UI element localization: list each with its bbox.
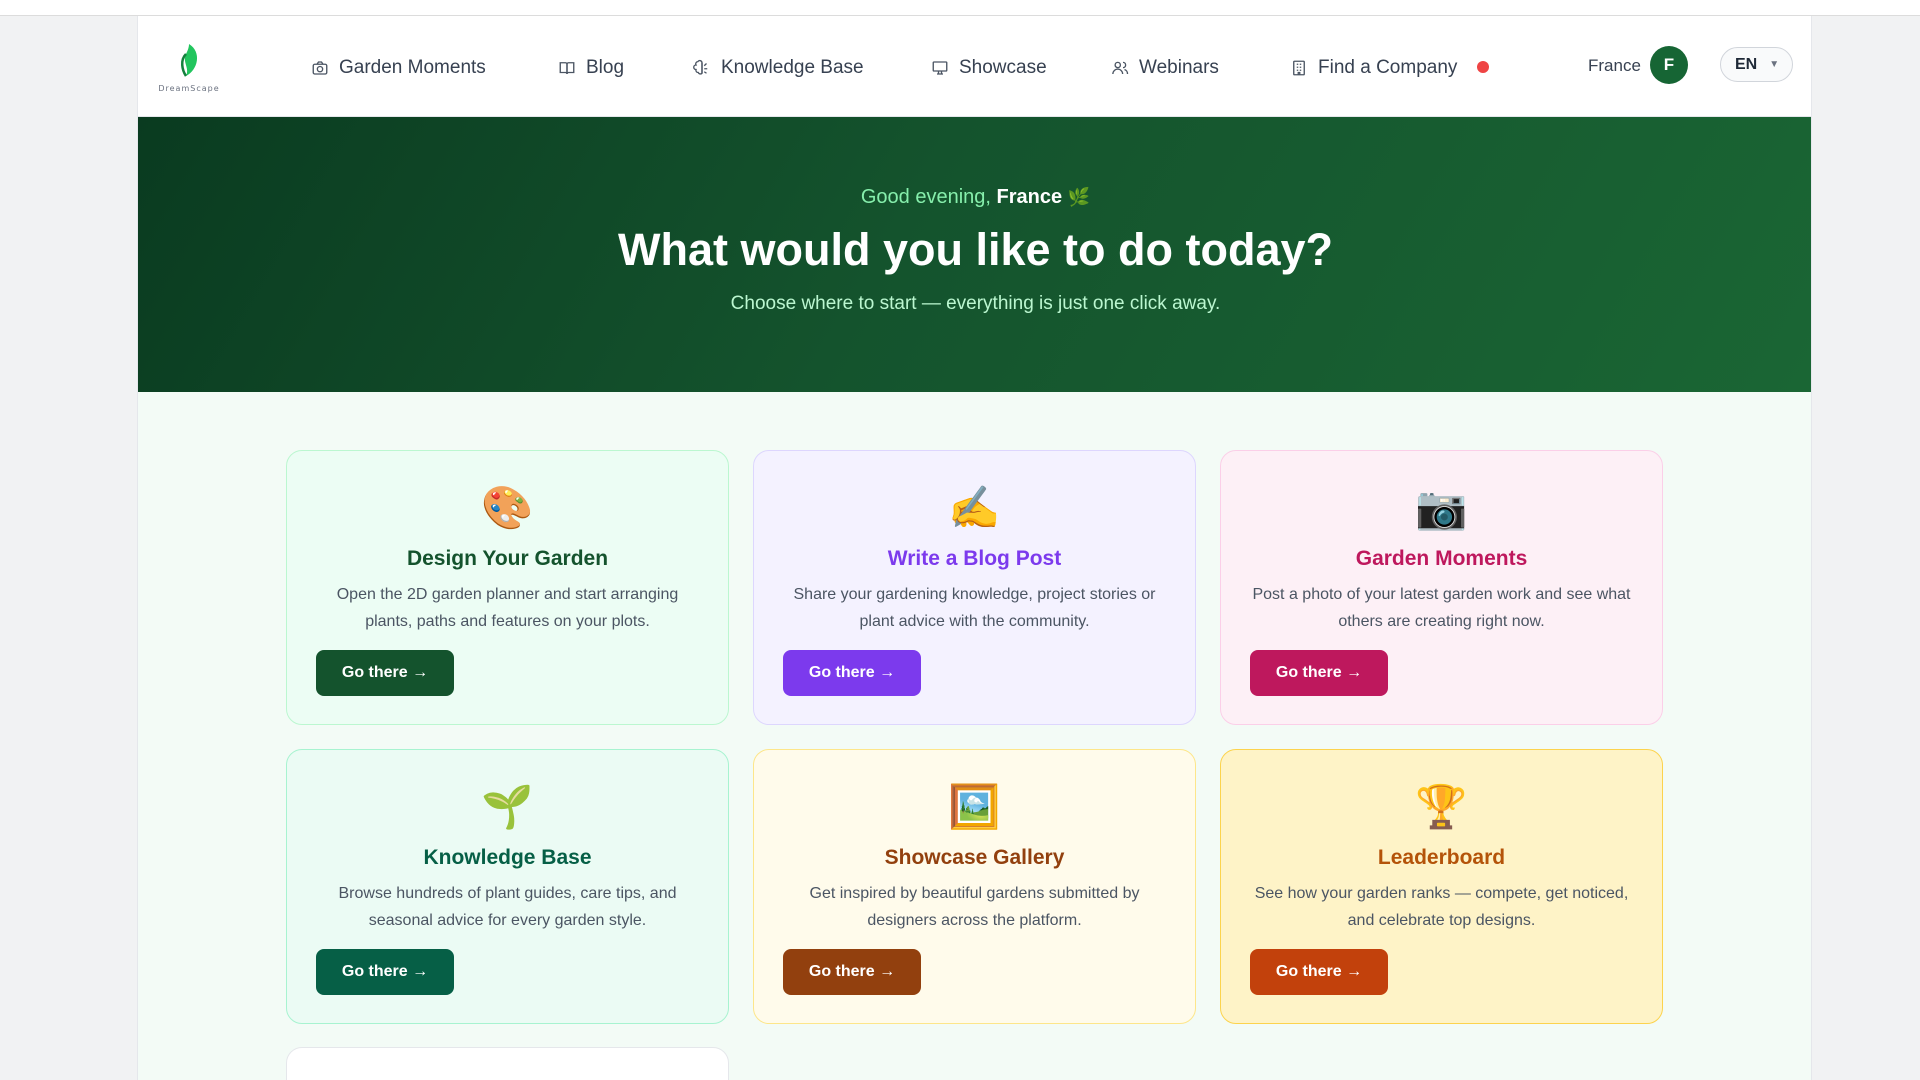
go-there-button[interactable]: Go there → [783,949,921,995]
book-icon [559,62,575,75]
card-description: Post a photo of your latest garden work … [1252,586,1631,630]
greeting-prefix: Good evening, [860,186,991,208]
hero-banner: Good evening, France 🌿 What would you li… [138,117,1811,392]
greeting-name: France [996,186,1063,208]
card-showcase-gallery: 🖼️ Showcase Gallery Get inspired by beau… [753,749,1196,1024]
card-title: Garden Moments [1355,547,1528,570]
go-there-button[interactable]: Go there → [316,949,454,995]
go-there-button[interactable]: Go there → [316,650,454,696]
browser-top-strip [0,0,1920,16]
card-knowledge-base: 🌱 Knowledge Base Browse hundreds of plan… [286,749,729,1024]
nav-label: Showcase [959,57,1047,78]
herb-icon: 🌿 [1067,187,1091,207]
picture-icon: 🖼️ [948,782,1001,831]
card-description: Browse hundreds of plant guides, care ti… [338,885,677,929]
card-title: Showcase Gallery [884,846,1065,869]
navbar: DreamScape Garden Moments Blog Knowledge… [138,16,1811,117]
language-value: EN [1735,55,1758,73]
card-partial [286,1047,729,1080]
card-description: Open the 2D garden planner and start arr… [336,586,679,630]
nav-label: Blog [586,57,625,78]
seedling-icon: 🌱 [481,782,534,831]
card-garden-moments: 📷 Garden Moments Post a photo of your la… [1220,450,1663,725]
avatar[interactable]: F [1650,46,1688,84]
nav-label: Knowledge Base [721,57,864,78]
logo-text: DreamScape [158,84,220,93]
nav-webinars[interactable]: Webinars [1111,54,1219,82]
card-description: Share your gardening knowledge, project … [793,586,1156,630]
go-there-button[interactable]: Go there → [1250,650,1388,696]
user-name[interactable]: France [1588,56,1641,76]
card-title: Write a Blog Post [887,547,1062,570]
nav-label: Webinars [1139,57,1219,78]
card-description: See how your garden ranks — compete, get… [1254,885,1629,929]
nav-blog[interactable]: Blog [558,54,624,82]
chevron-down-icon: ▼ [1769,59,1780,70]
notification-dot [1477,61,1489,73]
logo[interactable]: DreamScape [156,38,222,98]
camera-icon: 📷 [1415,483,1468,532]
language-select[interactable]: EN ▼ [1720,47,1793,82]
card-write-blog: ✍️ Write a Blog Post Share your gardenin… [753,450,1196,725]
go-there-button[interactable]: Go there → [1250,949,1388,995]
nav-knowledge-base[interactable]: Knowledge Base [693,54,864,82]
nav-garden-moments[interactable]: Garden Moments [311,54,486,82]
page-subtitle: Choose where to start — everything is ju… [730,293,1221,314]
palette-icon: 🎨 [481,483,534,532]
users-icon [1112,61,1129,75]
card-title: Design Your Garden [406,547,609,570]
building-icon [1293,60,1305,76]
nav-label: Garden Moments [339,57,486,78]
trophy-icon: 🏆 [1415,782,1468,831]
nav-label: Find a Company [1318,57,1458,78]
card-title: Leaderboard [1377,846,1506,869]
nav-find-company[interactable]: Find a Company [1290,54,1457,82]
app-frame: DreamScape Garden Moments Blog Knowledge… [137,16,1812,1080]
camera-icon [312,61,328,75]
card-design-garden: 🎨 Design Your Garden Open the 2D garden … [286,450,729,725]
greeting: Good evening, France 🌿 [138,186,1811,209]
presentation-icon [932,61,948,75]
leaf-logo-icon [181,44,198,77]
card-leaderboard: 🏆 Leaderboard See how your garden ranks … [1220,749,1663,1024]
page-title: What would you like to do today? [618,224,1333,275]
brain-icon [693,59,708,75]
card-description: Get inspired by beautiful gardens submit… [809,885,1140,929]
writing-hand-icon: ✍️ [948,483,1001,532]
card-title: Knowledge Base [423,846,592,869]
nav-showcase[interactable]: Showcase [931,54,1047,82]
go-there-button[interactable]: Go there → [783,650,921,696]
